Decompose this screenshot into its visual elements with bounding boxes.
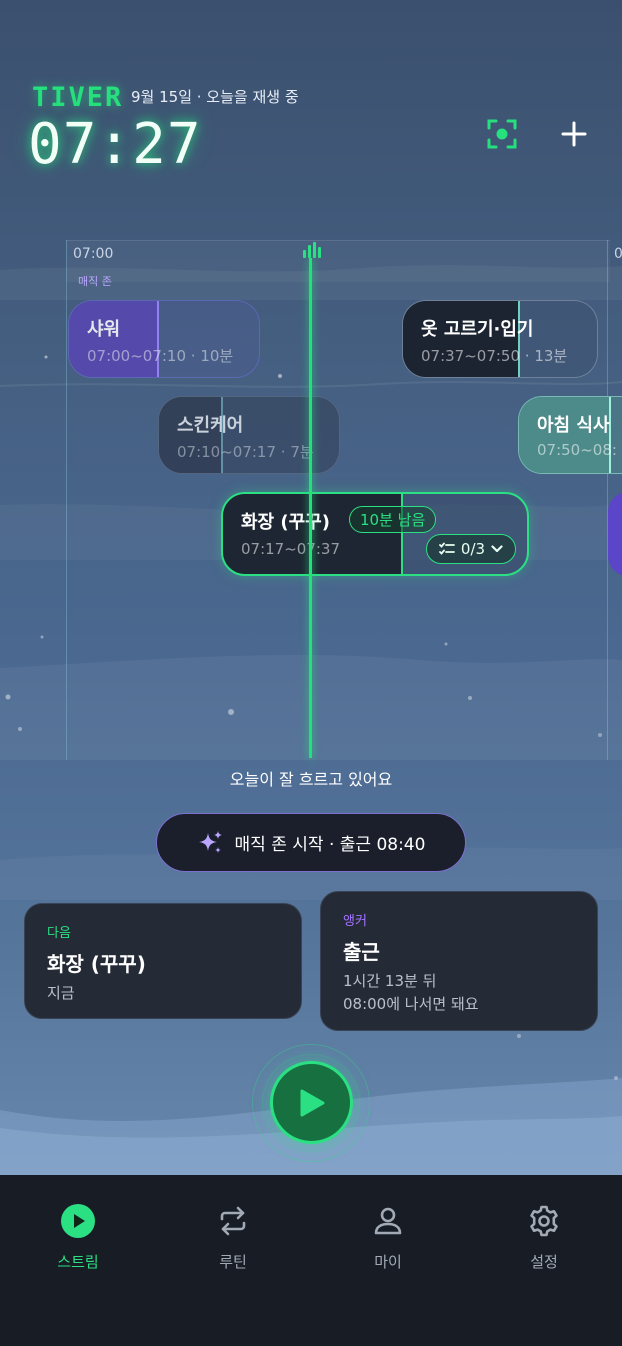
task-time-range: 07:10~07:17 · 7분 — [177, 443, 314, 461]
anchor-card[interactable]: 앵커 출근 1시간 13분 뒤 08:00에 나서면 돼요 — [320, 891, 598, 1031]
task-time-range: 07:50~08: — [537, 441, 617, 459]
nav-label: 마이 — [374, 1253, 402, 1271]
task-block-breakfast[interactable]: 아침 식사 07:50~08: — [518, 396, 622, 474]
hour-gridline — [607, 240, 608, 760]
next-card-kicker: 다음 — [47, 926, 71, 941]
flow-status-text: 오늘이 잘 흐르고 있어요 — [229, 770, 393, 789]
task-block-makeup-current[interactable]: 화장 (꾸꾸) 10분 남음 07:17~07:37 0/3 — [221, 492, 529, 576]
tick-label-end: 0 — [614, 246, 622, 262]
repeat-icon — [213, 1201, 253, 1241]
checklist-dropdown[interactable]: 0/3 — [426, 534, 516, 564]
task-title: 샤워 — [87, 319, 121, 340]
plus-icon — [561, 121, 587, 147]
brand-logo: TIVER — [32, 82, 124, 113]
task-title: 화장 (꾸꾸) — [241, 512, 330, 533]
now-indicator-bars-icon — [303, 242, 321, 258]
task-block-shower[interactable]: 샤워 07:00~07:10 · 10분 — [68, 300, 260, 378]
anchor-card-title: 출근 — [343, 940, 380, 964]
nav-label: 스트림 — [57, 1253, 99, 1271]
task-block-next-offscreen[interactable] — [608, 492, 622, 576]
next-card-sub: 지금 — [47, 984, 75, 1002]
bottom-navigation: 스트림 루틴 마이 설정 — [0, 1175, 622, 1346]
focus-scan-icon — [487, 119, 517, 149]
nav-item-settings[interactable]: 설정 — [489, 1201, 599, 1272]
play-icon — [300, 1089, 324, 1116]
current-time-clock: 07:27 — [28, 112, 202, 177]
task-title: 스킨케어 — [177, 415, 244, 436]
checklist-count: 0/3 — [460, 540, 486, 558]
nav-item-stream[interactable]: 스트림 — [23, 1201, 133, 1272]
anchor-card-time-left: 1시간 13분 뒤 — [343, 972, 437, 990]
add-button[interactable] — [552, 112, 596, 156]
task-time-range: 07:17~07:37 — [241, 540, 341, 558]
time-remaining-badge: 10분 남음 — [349, 506, 437, 533]
timeline[interactable]: 07:00 0 매직 존 샤워 07:00~07:10 · 10분 스킨케어 0… — [0, 240, 622, 760]
now-line — [309, 258, 312, 758]
hour-gridline — [66, 240, 67, 760]
next-card-title: 화장 (꾸꾸) — [47, 952, 146, 976]
magic-zone-pill[interactable]: 매직 존 시작 · 출근 08:40 — [156, 813, 466, 872]
checklist-icon — [439, 542, 455, 555]
tick-label-start: 07:00 — [73, 246, 114, 262]
nav-label: 루틴 — [219, 1253, 247, 1271]
nav-label: 설정 — [530, 1253, 558, 1271]
person-icon — [368, 1201, 408, 1241]
task-time-range: 07:37~07:50 · 13분 — [421, 347, 568, 365]
stream-screen: TIVER 9월 15일 · 오늘을 재생 중 07:27 07:00 0 매직… — [0, 0, 622, 1175]
chevron-down-icon — [491, 545, 503, 553]
task-title: 아침 식사 — [537, 415, 610, 436]
play-circle-icon — [58, 1201, 98, 1241]
nav-item-routine[interactable]: 루틴 — [178, 1201, 288, 1272]
nav-item-my[interactable]: 마이 — [333, 1201, 443, 1272]
task-time-range: 07:00~07:10 · 10분 — [87, 347, 234, 365]
sparkles-icon — [198, 830, 222, 853]
play-button[interactable] — [270, 1061, 353, 1144]
timeline-ruler — [66, 240, 610, 282]
task-block-clothes[interactable]: 옷 고르기·입기 07:37~07:50 · 13분 — [402, 300, 598, 378]
gear-icon — [524, 1201, 564, 1241]
task-block-skincare[interactable]: 스킨케어 07:10~07:17 · 7분 — [158, 396, 340, 474]
next-task-card[interactable]: 다음 화장 (꾸꾸) 지금 — [24, 903, 302, 1019]
magic-zone-text: 매직 존 시작 · 출근 08:40 — [234, 835, 426, 855]
date-status-line: 9월 15일 · 오늘을 재생 중 — [131, 88, 299, 106]
anchor-card-leave-time: 08:00에 나서면 돼요 — [343, 995, 479, 1013]
scan-button[interactable] — [480, 112, 524, 156]
magic-zone-label: 매직 존 — [78, 275, 112, 288]
task-title: 옷 고르기·입기 — [421, 319, 534, 340]
anchor-card-kicker: 앵커 — [343, 914, 367, 929]
